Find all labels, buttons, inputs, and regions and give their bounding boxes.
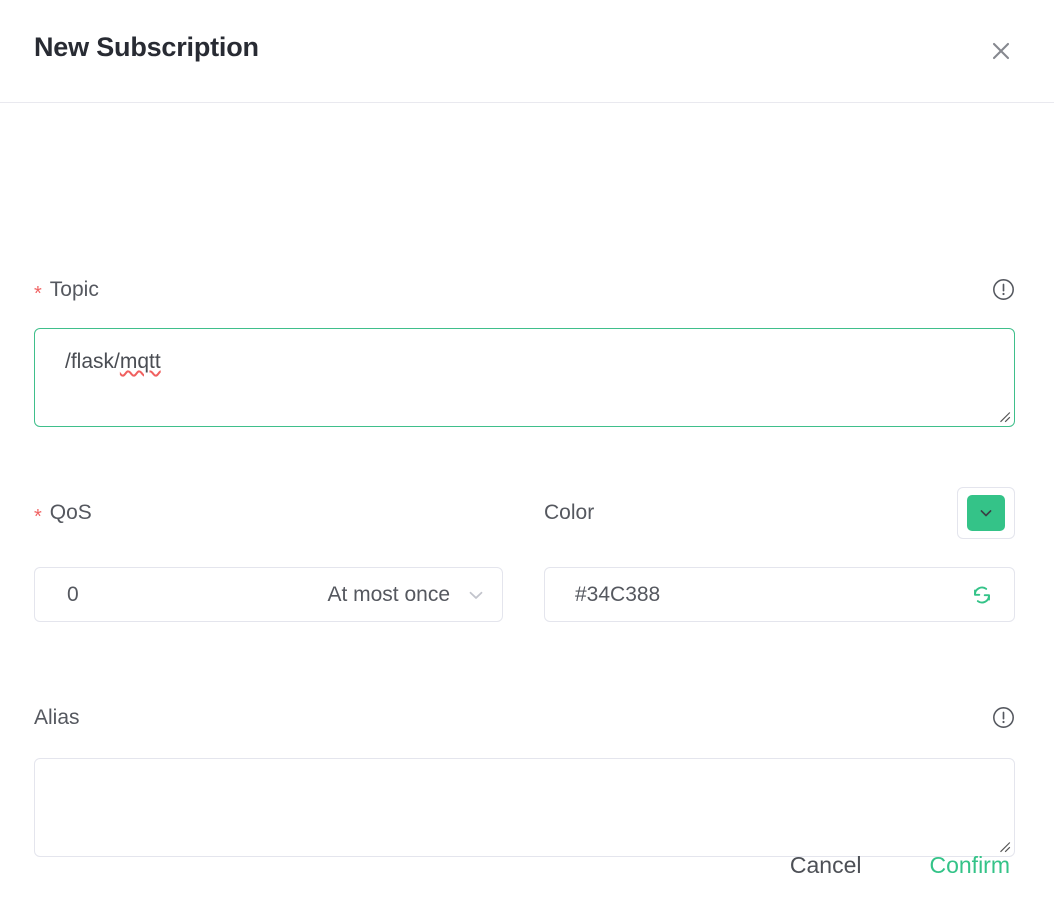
alias-label-text: Alias [34,705,80,729]
chevron-down-icon [980,510,992,517]
color-label-text: Color [544,501,595,524]
alias-info-icon[interactable] [990,704,1016,730]
required-asterisk: * [34,282,42,305]
dialog-body: * Topic /flask/mqtt * QoS Color 0 At mos… [0,103,1054,908]
dialog-header: New Subscription [0,0,1054,103]
topic-resize-handle[interactable] [997,409,1011,423]
refresh-icon [974,586,990,603]
alias-label: Alias [34,705,80,730]
topic-input-value: /flask/mqtt [65,348,161,376]
exclamation-circle-icon [992,278,1014,300]
qos-select-label: At most once [327,583,450,606]
chevron-down-icon [450,584,502,606]
topic-label: * Topic [34,277,99,305]
close-icon[interactable] [982,32,1020,70]
topic-value-misspelled: mqtt [119,350,161,373]
refresh-color-button[interactable] [958,575,1006,615]
topic-input[interactable]: /flask/mqtt [34,328,1015,427]
alias-label-row: Alias [34,704,1016,730]
topic-label-text: Topic [49,277,99,301]
chevron-down-icon-glyph [469,591,483,599]
qos-label-row: * QoS [34,500,502,528]
color-input-wrapper[interactable] [544,567,1015,622]
confirm-button[interactable]: Confirm [919,846,1020,885]
topic-info-icon[interactable] [990,276,1016,302]
qos-label: * QoS [34,500,92,528]
qos-label-text: QoS [49,501,92,524]
color-swatch-button[interactable] [957,487,1015,539]
close-icon-glyph [992,42,1010,60]
exclamation-circle-icon [992,706,1014,728]
color-label-row: Color [544,500,1016,525]
topic-label-row: * Topic [34,276,1016,305]
color-swatch [967,495,1005,531]
page-title: New Subscription [34,32,259,62]
topic-value-prefix: /flask/ [65,350,120,373]
qos-select-value: 0 [67,583,79,606]
color-input[interactable] [575,582,958,607]
color-label: Color [544,500,594,525]
qos-select[interactable]: 0 At most once [34,567,503,622]
dialog-footer: Cancel Confirm [0,822,1054,908]
cancel-button[interactable]: Cancel [780,846,872,885]
new-subscription-dialog: New Subscription * Topic /flask/mqtt * Q… [0,0,1054,908]
required-asterisk: * [34,506,42,528]
